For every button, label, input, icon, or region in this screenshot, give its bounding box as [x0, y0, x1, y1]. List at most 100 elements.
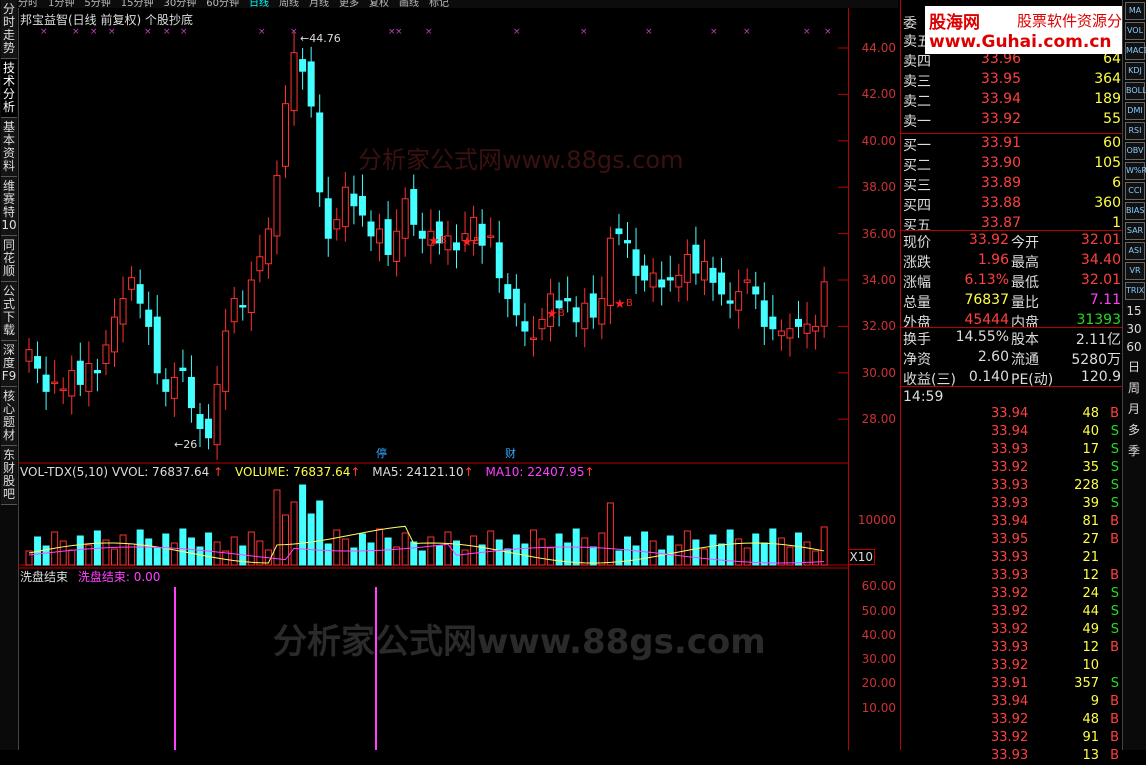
tick-side: S	[1110, 604, 1119, 619]
tick-price: 33.94	[991, 424, 1029, 439]
period-shortcut[interactable]: 季	[1123, 442, 1145, 459]
tick-row: 33.92 48 B	[901, 711, 1123, 729]
volume-bar	[376, 528, 384, 566]
banner-tagline: 股票软件资源分享	[1017, 12, 1138, 30]
candle-body	[299, 59, 307, 72]
quote-value: 7.11	[1089, 292, 1121, 308]
period-button-8[interactable]: 月线	[309, 0, 329, 8]
volume-bar	[700, 548, 708, 566]
period-shortcut[interactable]: 60	[1123, 340, 1145, 354]
buy-level-label: 买二	[903, 158, 931, 174]
indicator-icon[interactable]: KDJ	[1125, 62, 1145, 80]
period-button-10[interactable]: 复权	[369, 0, 389, 8]
banner-logo: 股海网	[929, 13, 980, 33]
sell-level-volume: 55	[1103, 111, 1121, 127]
high-label: ←44.76	[300, 32, 341, 45]
candle-body	[350, 193, 358, 207]
left-tab-3[interactable]: 维赛特10	[1, 177, 17, 236]
left-tab-4[interactable]: 同花顺	[1, 236, 17, 282]
candle-body	[239, 305, 247, 308]
indicator-icon[interactable]: MACD	[1125, 42, 1146, 60]
indicator-icon[interactable]: TRIX	[1125, 282, 1145, 300]
left-tab-7[interactable]: 核心题材	[1, 387, 17, 446]
signal-marker: ×	[290, 27, 298, 37]
tick-volume: 49	[1082, 622, 1099, 637]
tick-row: 33.93 12 B	[901, 639, 1123, 657]
period-button-5[interactable]: 60分钟	[206, 0, 239, 8]
tick-row: 33.94 40 S	[901, 423, 1123, 441]
indicator-icon[interactable]: RSI	[1125, 122, 1145, 140]
volume-bar	[119, 534, 127, 566]
period-shortcut[interactable]: 30	[1123, 322, 1145, 336]
period-shortcut[interactable]: 15	[1123, 304, 1145, 318]
candle-body	[273, 175, 281, 237]
volume-bar	[615, 550, 623, 566]
quote-value: 33.92	[968, 232, 1009, 248]
low-label: ←26	[174, 438, 197, 451]
tick-price: 33.93	[991, 748, 1029, 763]
indicator-icon[interactable]: MA	[1125, 2, 1145, 20]
tick-row: 33.92 35 S	[901, 459, 1123, 477]
period-button-7[interactable]: 周线	[279, 0, 299, 8]
period-button-2[interactable]: 5分钟	[84, 0, 110, 8]
quote-key: 总量	[903, 295, 931, 311]
signal-marker: ×	[425, 27, 433, 37]
candle-body	[170, 376, 178, 399]
period-shortcut[interactable]: 周	[1123, 379, 1145, 396]
guhai-banner: 股海网 股票软件资源分享 www.Guhai.com.cn	[925, 6, 1143, 54]
period-button-0[interactable]: 分时	[18, 0, 38, 8]
quote-value: 76837	[964, 292, 1009, 308]
left-tab-8[interactable]: 东财股吧	[1, 446, 17, 505]
period-shortcut[interactable]: 月	[1123, 400, 1145, 417]
volume-bar	[683, 530, 691, 566]
candle-body	[581, 302, 589, 330]
volume-bar	[598, 532, 606, 566]
left-tab-0[interactable]: 分时走势	[1, 0, 17, 59]
candle-body	[718, 272, 726, 295]
candle-body	[196, 414, 204, 429]
indicator-icon[interactable]: CCI	[1125, 182, 1145, 200]
volume-bar	[470, 535, 478, 566]
chart-title: 邦宝益智(日线 前复权) 个股抄底	[20, 13, 193, 27]
signal-marker: ×	[163, 27, 171, 37]
period-button-1[interactable]: 1分钟	[48, 0, 74, 8]
indicator-icon[interactable]: BOLL	[1125, 82, 1146, 100]
period-button-9[interactable]: 更多	[339, 0, 359, 8]
period-button-6[interactable]: 日线	[249, 0, 269, 8]
period-button-11[interactable]: 画线	[399, 0, 419, 8]
indicator-icon[interactable]: BIAS	[1125, 202, 1145, 220]
fund-value: 120.9	[1080, 369, 1121, 385]
indicator-icon[interactable]: SAR	[1125, 222, 1145, 240]
candle-body	[256, 256, 264, 272]
candle-body	[504, 284, 512, 300]
indicator-icon[interactable]: VOL	[1125, 22, 1145, 40]
period-shortcut[interactable]: 多	[1123, 421, 1145, 438]
fund-value: 2.11亿	[1075, 332, 1121, 348]
tick-row: 33.94 9 B	[901, 693, 1123, 711]
indicator-icon[interactable]: W%R	[1125, 162, 1146, 180]
volume-bar	[777, 537, 785, 566]
period-button-4[interactable]: 30分钟	[163, 0, 196, 8]
watermark: 分析家公式网www.88gs.com	[358, 146, 683, 174]
candle-body	[777, 330, 785, 337]
candle-body	[179, 367, 187, 371]
candle-body	[205, 418, 213, 439]
left-tab-5[interactable]: 公式下载	[1, 282, 17, 341]
period-button-12[interactable]: 标记	[429, 0, 449, 8]
indicator-icon[interactable]: VR	[1125, 262, 1145, 280]
indicator-icon[interactable]: DMI	[1125, 102, 1145, 120]
tick-row: 33.93 12 B	[901, 567, 1123, 585]
volume-bar	[299, 484, 307, 566]
tick-volume: 357	[1074, 676, 1099, 691]
left-tab-1[interactable]: 技术分析	[1, 59, 17, 118]
price-axis-label: 42.00	[861, 87, 896, 102]
candle-body	[512, 288, 520, 316]
left-tab-6[interactable]: 深度F9	[1, 341, 17, 387]
kline-chart[interactable]: 分析家公式网www.88gs.com 分析家公式网www.88gs.com ←44.…	[18, 8, 848, 750]
period-shortcut[interactable]: 日	[1123, 358, 1145, 375]
indicator-icon[interactable]: OBV	[1125, 142, 1145, 160]
indicator-icon[interactable]: ASI	[1125, 242, 1145, 260]
period-button-3[interactable]: 15分钟	[121, 0, 154, 8]
candle-body	[187, 376, 195, 409]
left-tab-2[interactable]: 基本资料	[1, 118, 17, 177]
